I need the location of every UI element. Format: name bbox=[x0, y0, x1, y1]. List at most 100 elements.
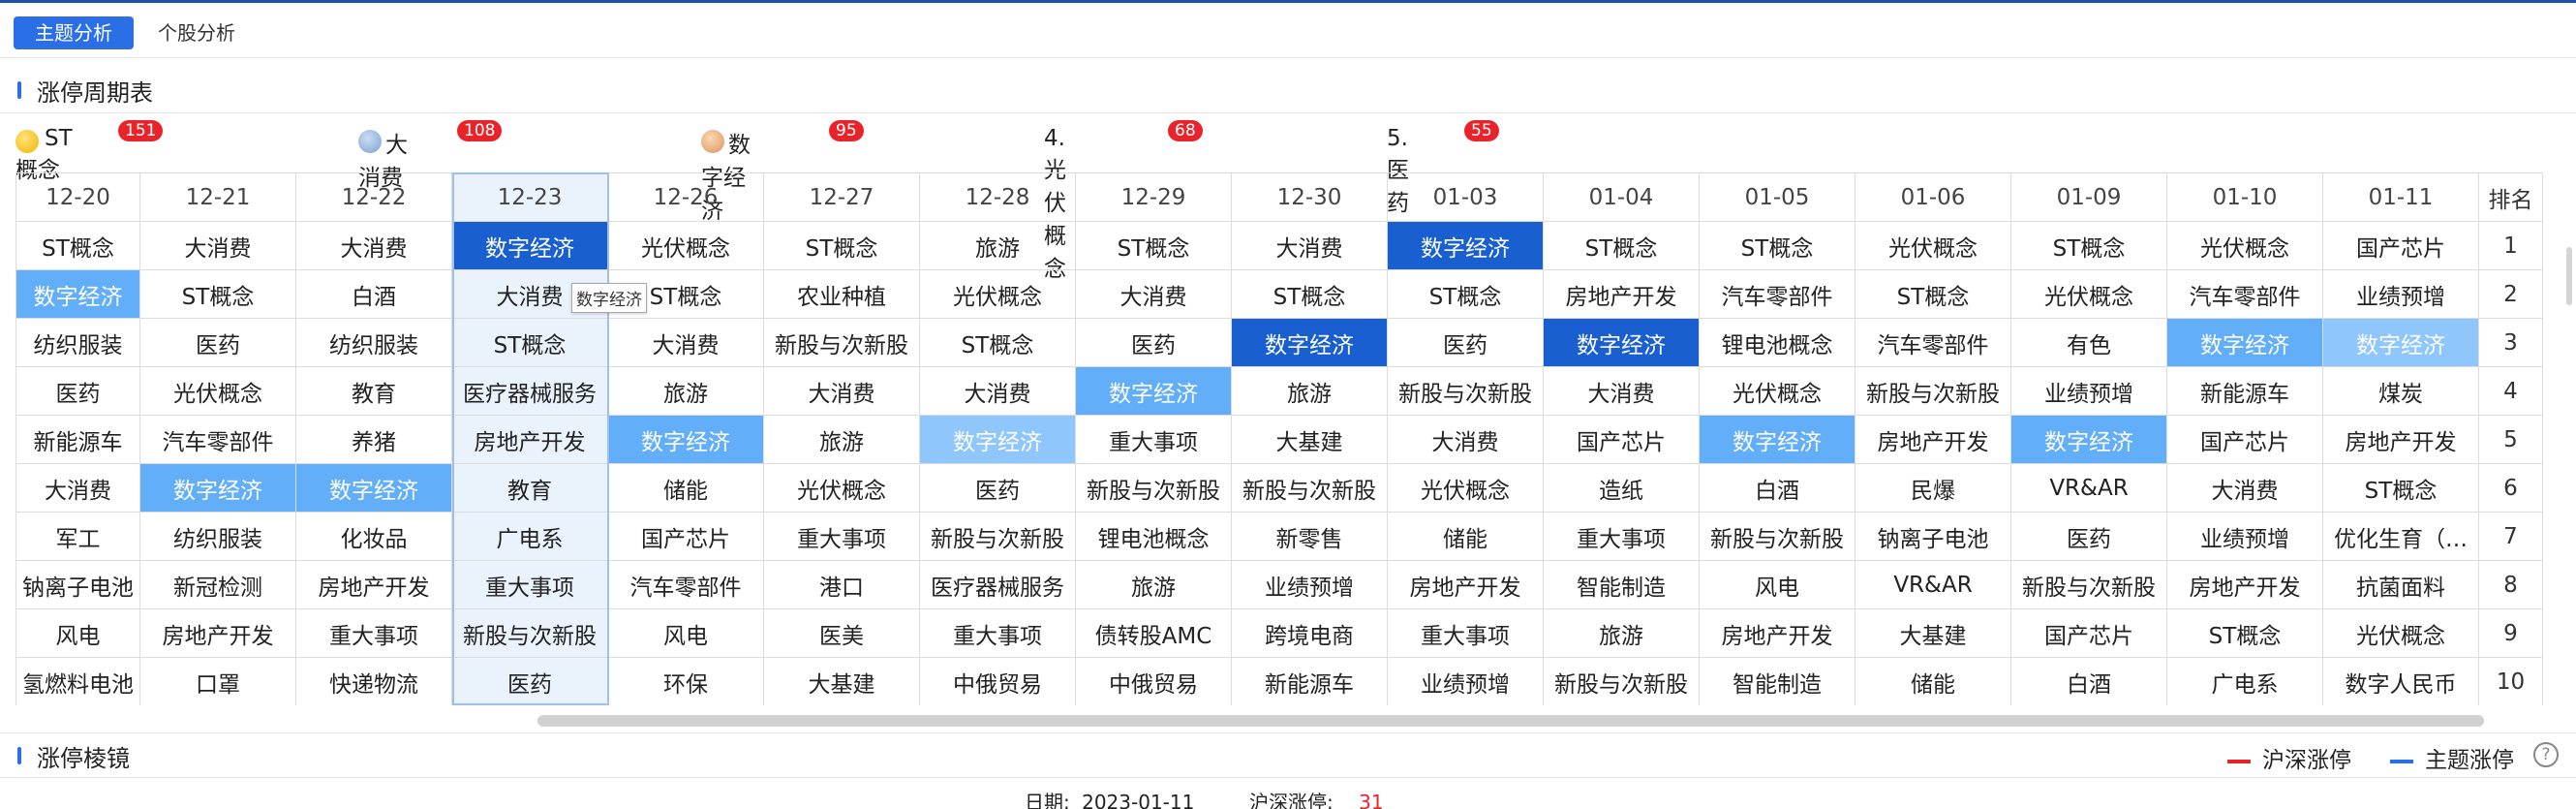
theme-cell[interactable]: 环保 bbox=[607, 657, 764, 705]
theme-cell[interactable]: 大消费 bbox=[1231, 221, 1388, 270]
theme-cell[interactable]: 旅游 bbox=[919, 221, 1076, 270]
date-header[interactable]: 12-26 bbox=[607, 172, 764, 222]
date-header[interactable]: 12-22 bbox=[295, 172, 452, 222]
theme-cell[interactable]: 旅游 bbox=[607, 366, 764, 416]
theme-cell[interactable]: 重大事项 bbox=[763, 512, 920, 561]
theme-cell[interactable]: 医药 bbox=[1075, 318, 1232, 367]
theme-cell[interactable]: 纺织服装 bbox=[15, 318, 140, 367]
theme-cell[interactable]: 大消费 bbox=[607, 318, 764, 367]
date-header[interactable]: 12-28 bbox=[919, 172, 1076, 222]
theme-cell[interactable]: 新能源车 bbox=[15, 415, 140, 464]
theme-cell[interactable]: 新股与次新股 bbox=[1855, 366, 2011, 416]
theme-cell[interactable]: 农业种植 bbox=[763, 269, 920, 319]
theme-cell[interactable]: 大基建 bbox=[1855, 608, 2011, 658]
theme-cell[interactable]: 医美 bbox=[763, 608, 920, 658]
theme-cell[interactable]: 储能 bbox=[1855, 657, 2011, 705]
theme-cell[interactable]: 储能 bbox=[1387, 512, 1544, 561]
theme-cell[interactable]: 新冠检测 bbox=[139, 560, 296, 609]
theme-cell[interactable]: 国产芯片 bbox=[2322, 221, 2479, 270]
theme-cell[interactable]: 医药 bbox=[139, 318, 296, 367]
theme-cell[interactable]: 储能 bbox=[607, 463, 764, 513]
theme-cell[interactable]: 光伏概念 bbox=[139, 366, 296, 416]
theme-cell[interactable]: 白酒 bbox=[1699, 463, 1855, 513]
theme-cell[interactable]: 钠离子电池 bbox=[15, 560, 140, 609]
theme-cell[interactable]: 数字经济 bbox=[2322, 318, 2479, 367]
theme-cell[interactable]: 新股与次新股 bbox=[1075, 463, 1232, 513]
theme-cell[interactable]: 口罩 bbox=[139, 657, 296, 705]
theme-cell[interactable]: VR&AR bbox=[1855, 560, 2011, 609]
theme-cell[interactable]: 钠离子电池 bbox=[1855, 512, 2011, 561]
date-header[interactable]: 12-30 bbox=[1231, 172, 1388, 222]
theme-cell[interactable]: 房地产开发 bbox=[1699, 608, 1855, 658]
theme-cell[interactable]: 房地产开发 bbox=[2322, 415, 2479, 464]
theme-cell[interactable]: 旅游 bbox=[1543, 608, 1700, 658]
theme-cell[interactable]: ST概念 bbox=[451, 318, 608, 367]
theme-cell[interactable]: 新股与次新股 bbox=[1699, 512, 1855, 561]
theme-cell[interactable]: 房地产开发 bbox=[2166, 560, 2323, 609]
theme-cell[interactable]: 光伏概念 bbox=[1855, 221, 2011, 270]
theme-cell[interactable]: 大消费 bbox=[2166, 463, 2323, 513]
theme-cell[interactable]: 数字经济 bbox=[2010, 415, 2167, 464]
theme-cell[interactable]: 数字经济 bbox=[1387, 221, 1544, 270]
legend-market-limit-up[interactable]: 沪深涨停 bbox=[2227, 741, 2351, 774]
theme-cell[interactable]: 跨境电商 bbox=[1231, 608, 1388, 658]
theme-cell[interactable]: 业绩预增 bbox=[1387, 657, 1544, 705]
theme-cell[interactable]: 数字经济 bbox=[919, 415, 1076, 464]
theme-cell[interactable]: 造纸 bbox=[1543, 463, 1700, 513]
theme-cell[interactable]: 数字经济 bbox=[2166, 318, 2323, 367]
date-header[interactable]: 01-05 bbox=[1699, 172, 1855, 222]
date-header[interactable]: 01-09 bbox=[2010, 172, 2167, 222]
theme-cell[interactable]: 业绩预增 bbox=[2322, 269, 2479, 319]
theme-cell[interactable]: 新股与次新股 bbox=[919, 512, 1076, 561]
theme-cell[interactable]: ST概念 bbox=[2010, 221, 2167, 270]
theme-cell[interactable]: ST概念 bbox=[1075, 221, 1232, 270]
theme-cell[interactable]: 国产芯片 bbox=[2010, 608, 2167, 658]
theme-cell[interactable]: 房地产开发 bbox=[1387, 560, 1544, 609]
theme-cell[interactable]: 大消费 bbox=[763, 366, 920, 416]
date-header[interactable]: 12-29 bbox=[1075, 172, 1232, 222]
theme-cell[interactable]: 重大事项 bbox=[1387, 608, 1544, 658]
theme-cell[interactable]: 锂电池概念 bbox=[1075, 512, 1232, 561]
theme-cell[interactable]: 业绩预增 bbox=[2166, 512, 2323, 561]
theme-cell[interactable]: 风电 bbox=[15, 608, 140, 658]
theme-cell[interactable]: 新零售 bbox=[1231, 512, 1388, 561]
theme-cell[interactable]: 光伏概念 bbox=[1387, 463, 1544, 513]
theme-cell[interactable]: 教育 bbox=[295, 366, 452, 416]
theme-cell[interactable]: 大基建 bbox=[1231, 415, 1388, 464]
theme-cell[interactable]: 医药 bbox=[451, 657, 608, 705]
theme-cell[interactable]: 业绩预增 bbox=[1231, 560, 1388, 609]
theme-cell[interactable]: 煤炭 bbox=[2322, 366, 2479, 416]
theme-cell[interactable]: 汽车零部件 bbox=[1855, 318, 2011, 367]
theme-cell[interactable]: 重大事项 bbox=[1543, 512, 1700, 561]
theme-cell[interactable]: 国产芯片 bbox=[2166, 415, 2323, 464]
theme-cell[interactable]: 风电 bbox=[607, 608, 764, 658]
theme-cell[interactable]: 新股与次新股 bbox=[1543, 657, 1700, 705]
date-header[interactable]: 12-21 bbox=[139, 172, 296, 222]
vertical-scrollbar[interactable] bbox=[2566, 247, 2572, 305]
date-header[interactable]: 01-10 bbox=[2166, 172, 2323, 222]
theme-cell[interactable]: 旅游 bbox=[1075, 560, 1232, 609]
theme-cell[interactable]: 养猪 bbox=[295, 415, 452, 464]
date-header[interactable]: 01-04 bbox=[1543, 172, 1700, 222]
theme-cell[interactable]: 光伏概念 bbox=[919, 269, 1076, 319]
theme-cell[interactable]: 医药 bbox=[1387, 318, 1544, 367]
theme-cell[interactable]: 数字经济 bbox=[1699, 415, 1855, 464]
theme-cell[interactable]: 大消费 bbox=[1075, 269, 1232, 319]
theme-cell[interactable]: 房地产开发 bbox=[139, 608, 296, 658]
theme-cell[interactable]: 港口 bbox=[763, 560, 920, 609]
theme-cell[interactable]: 数字经济 bbox=[1231, 318, 1388, 367]
theme-cell[interactable]: ST概念 bbox=[15, 221, 140, 270]
help-icon[interactable]: ? bbox=[2533, 742, 2559, 767]
theme-cell[interactable]: 广电系 bbox=[2166, 657, 2323, 705]
theme-cell[interactable]: ST概念 bbox=[919, 318, 1076, 367]
theme-cell[interactable]: ST概念 bbox=[2322, 463, 2479, 513]
theme-cell[interactable]: ST概念 bbox=[2166, 608, 2323, 658]
theme-cell[interactable]: 数字经济 bbox=[295, 463, 452, 513]
theme-cell[interactable]: 光伏概念 bbox=[1699, 366, 1855, 416]
theme-cell[interactable]: 锂电池概念 bbox=[1699, 318, 1855, 367]
theme-cell[interactable]: 光伏概念 bbox=[2010, 269, 2167, 319]
theme-cell[interactable]: 氢燃料电池 bbox=[15, 657, 140, 705]
theme-cell[interactable]: 光伏概念 bbox=[607, 221, 764, 270]
tab-theme-analysis[interactable]: 主题分析 bbox=[14, 16, 134, 49]
theme-cell[interactable]: 房地产开发 bbox=[295, 560, 452, 609]
